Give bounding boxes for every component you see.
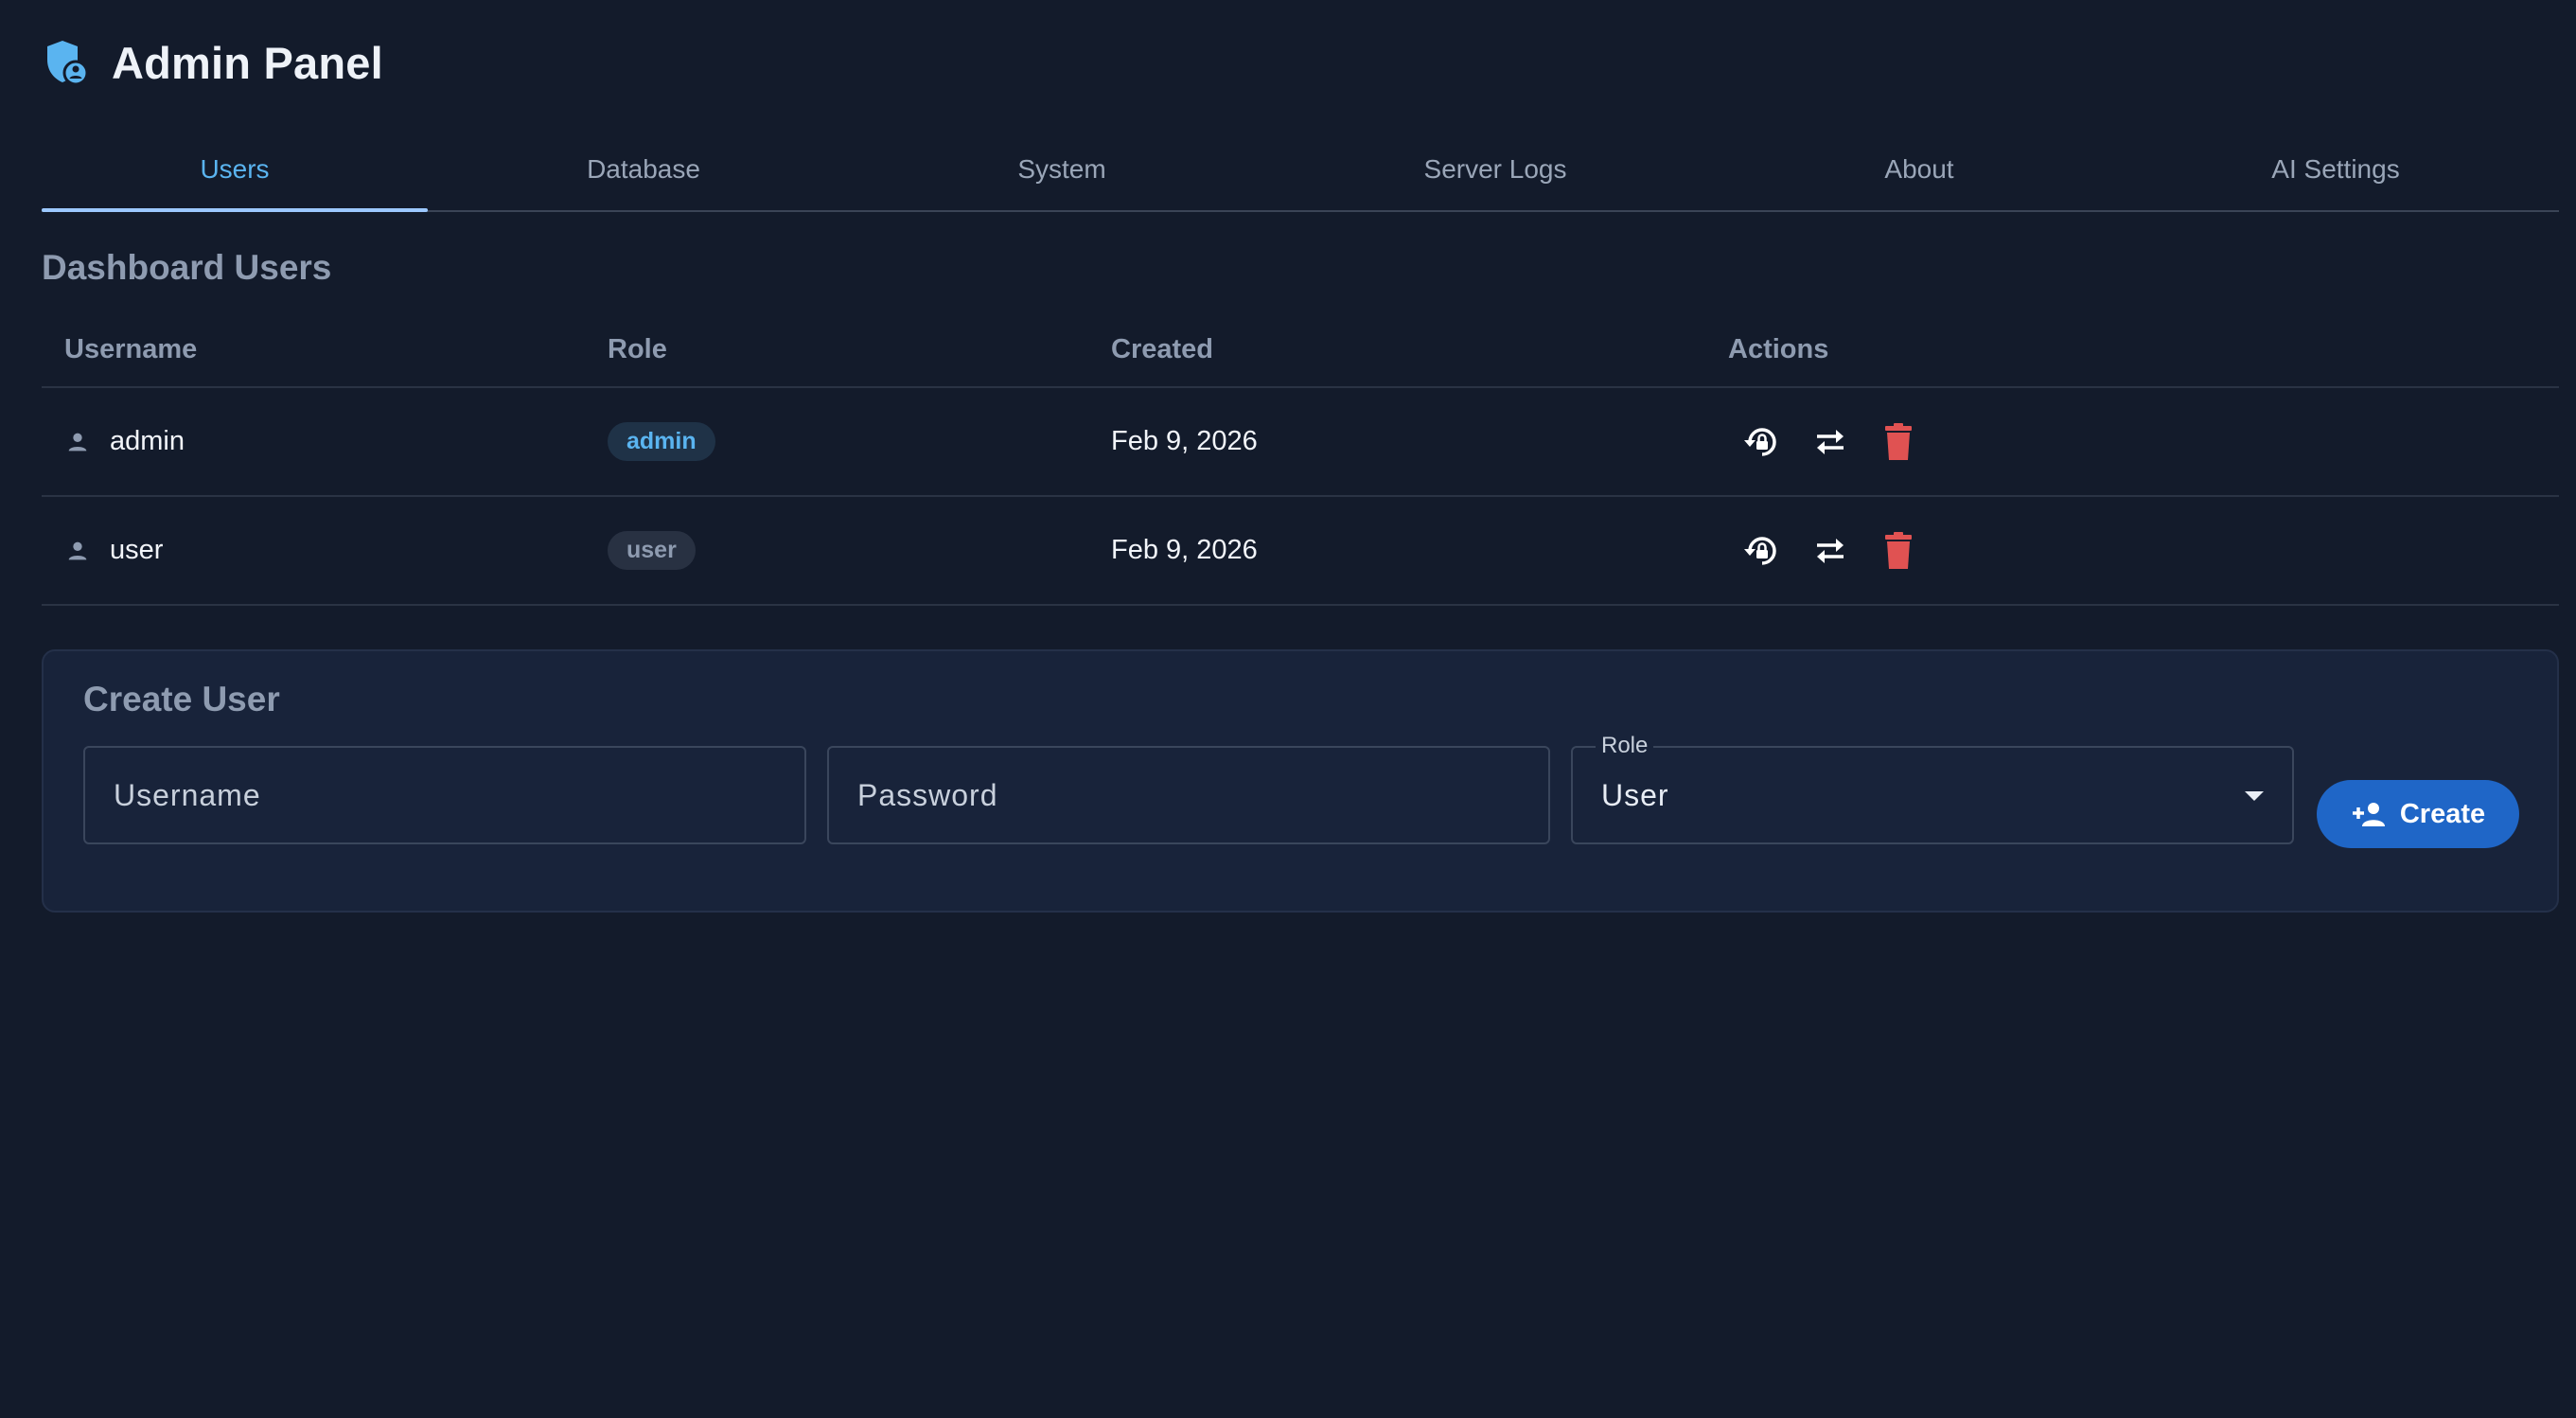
password-input[interactable] — [829, 748, 1548, 842]
lock-reset-icon — [1744, 536, 1776, 565]
create-user-panel: Create User Role User Create — [42, 649, 2559, 913]
person-icon — [68, 433, 87, 451]
delete-icon — [1885, 531, 1912, 569]
role-badge: user — [608, 531, 696, 570]
create-user-heading: Create User — [83, 680, 280, 718]
column-header-actions: Actions — [1728, 333, 1829, 364]
table-row: admin admin Feb 9, 2026 — [42, 388, 2559, 497]
create-user-button[interactable]: Create — [2317, 780, 2519, 848]
dashboard-users-heading: Dashboard Users — [42, 248, 332, 287]
delete-icon — [1885, 422, 1912, 460]
created-date: Feb 9, 2026 — [1111, 535, 1258, 565]
admin-shield-icon — [42, 38, 91, 87]
swap-role-icon — [1817, 538, 1844, 563]
column-header-username: Username — [64, 333, 198, 364]
admin-panel-page: Admin Panel Users Database System Server… — [0, 0, 2576, 1418]
change-role-button[interactable] — [1808, 419, 1853, 465]
swap-role-icon — [1817, 429, 1844, 454]
role-cell: user — [608, 531, 1111, 570]
lock-reset-icon — [1744, 427, 1776, 456]
row-actions — [1728, 419, 2559, 465]
username-text: user — [110, 535, 164, 565]
table-header: Username Role Created Actions — [42, 312, 2559, 388]
username-text: admin — [110, 426, 185, 456]
change-role-button[interactable] — [1808, 528, 1853, 574]
username-field-wrapper — [83, 746, 806, 844]
main-tabs: Users Database System Server Logs About … — [42, 129, 2559, 212]
username-cell: admin — [42, 426, 608, 457]
created-date: Feb 9, 2026 — [1111, 426, 1258, 456]
tab-ai-settings[interactable]: AI Settings — [2112, 129, 2559, 210]
username-cell: user — [42, 535, 608, 566]
app-header: Admin Panel — [42, 32, 383, 93]
delete-user-button[interactable] — [1876, 528, 1921, 574]
username-input[interactable] — [85, 748, 804, 842]
person-icon — [68, 541, 87, 559]
role-select-value: User — [1601, 778, 1669, 812]
role-cell: admin — [608, 422, 1111, 461]
tab-system[interactable]: System — [859, 129, 1264, 210]
tab-server-logs[interactable]: Server Logs — [1264, 129, 1726, 210]
person-add-icon — [2352, 803, 2385, 826]
tab-database[interactable]: Database — [428, 129, 859, 210]
users-table: Username Role Created Actions admin admi… — [42, 312, 2559, 606]
column-header-created: Created — [1111, 333, 1213, 364]
delete-user-button[interactable] — [1876, 419, 1921, 465]
table-row: user user Feb 9, 2026 — [42, 497, 2559, 606]
create-button-label: Create — [2399, 798, 2486, 829]
password-field-wrapper — [827, 746, 1550, 844]
role-select[interactable]: Role User — [1571, 733, 2294, 844]
row-actions — [1728, 528, 2559, 574]
tab-users[interactable]: Users — [42, 129, 428, 212]
role-badge: admin — [608, 422, 715, 461]
tab-about[interactable]: About — [1726, 129, 2112, 210]
chevron-down-icon — [2245, 791, 2264, 801]
page-title: Admin Panel — [112, 37, 383, 88]
reset-password-button[interactable] — [1739, 419, 1785, 465]
role-select-label: Role — [1596, 733, 1654, 759]
reset-password-button[interactable] — [1739, 528, 1785, 574]
column-header-role: Role — [608, 333, 667, 364]
